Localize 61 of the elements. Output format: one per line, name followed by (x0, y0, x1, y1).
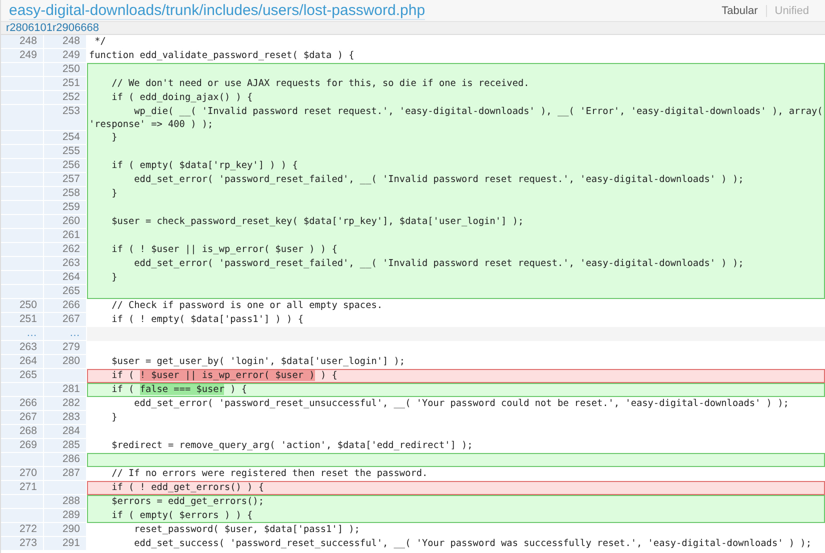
line-number: 268 (1, 425, 44, 439)
line-number: 272 (1, 523, 44, 537)
line-number: 267 (44, 313, 87, 327)
line-number: 282 (44, 397, 87, 411)
line-number: 263 (1, 341, 44, 355)
line-number: 265 (44, 285, 87, 299)
line-number: 257 (44, 173, 87, 187)
file-path-link[interactable]: easy-digital-downloads/trunk/includes/users/lost-password.php (9, 2, 426, 20)
revision-link[interactable]: r2906668 (52, 22, 99, 34)
line-number: 279 (44, 341, 87, 355)
line-number: 283 (44, 411, 87, 425)
line-number: 271 (1, 481, 44, 495)
line-number: 264 (44, 271, 87, 285)
line-number: 252 (44, 91, 87, 105)
line-number: 284 (44, 425, 87, 439)
line-number: 267 (1, 411, 44, 425)
line-number: 269 (1, 439, 44, 453)
line-number: 286 (44, 453, 87, 467)
line-number: 249 (44, 49, 87, 63)
line-number: 250 (1, 299, 44, 313)
view-mode-tab[interactable]: Unified (766, 4, 817, 16)
code-text: if ( (110, 370, 136, 381)
line-number: 263 (44, 257, 87, 271)
line-number: 251 (1, 313, 44, 327)
line-number: 280 (44, 355, 87, 369)
line-number: 289 (44, 509, 87, 523)
line-number: 290 (44, 523, 87, 537)
line-number: 287 (44, 467, 87, 481)
line-number: 258 (44, 187, 87, 201)
line-number: 285 (44, 439, 87, 453)
view-mode-tab[interactable]: Tabular (714, 4, 766, 16)
line-number: 248 (1, 35, 44, 49)
line-number: … (44, 327, 87, 341)
line-number: 250 (44, 63, 87, 77)
line-number: 248 (44, 35, 87, 49)
line-number: 270 (1, 467, 44, 481)
line-number: 261 (44, 229, 87, 243)
line-number: 256 (44, 159, 87, 173)
line-number: 251 (44, 77, 87, 91)
line-number: 266 (44, 299, 87, 313)
changed-code-text: ! $user || is_wp_error( $user ) (140, 370, 315, 381)
line-number: 254 (44, 131, 87, 145)
revision-link[interactable]: r2806101 (6, 22, 52, 34)
line-number: … (1, 327, 44, 341)
changed-code-text: false === $user (140, 384, 224, 395)
line-number: 249 (1, 49, 44, 63)
line-number: 253 (44, 105, 87, 131)
line-number: 264 (1, 355, 44, 369)
line-number: 291 (44, 537, 87, 551)
line-number: 273 (1, 537, 44, 551)
line-number: 259 (44, 201, 87, 215)
code-text: ) { (319, 370, 338, 381)
code-text: if ( (110, 384, 136, 395)
code-text: ) { (229, 384, 248, 395)
line-number: 281 (44, 383, 87, 397)
line-number: 262 (44, 243, 87, 257)
line-number: 265 (1, 369, 44, 383)
line-number: 255 (44, 145, 87, 159)
line-number: 260 (44, 215, 87, 229)
line-number: 288 (44, 495, 87, 509)
line-number: 266 (1, 397, 44, 411)
